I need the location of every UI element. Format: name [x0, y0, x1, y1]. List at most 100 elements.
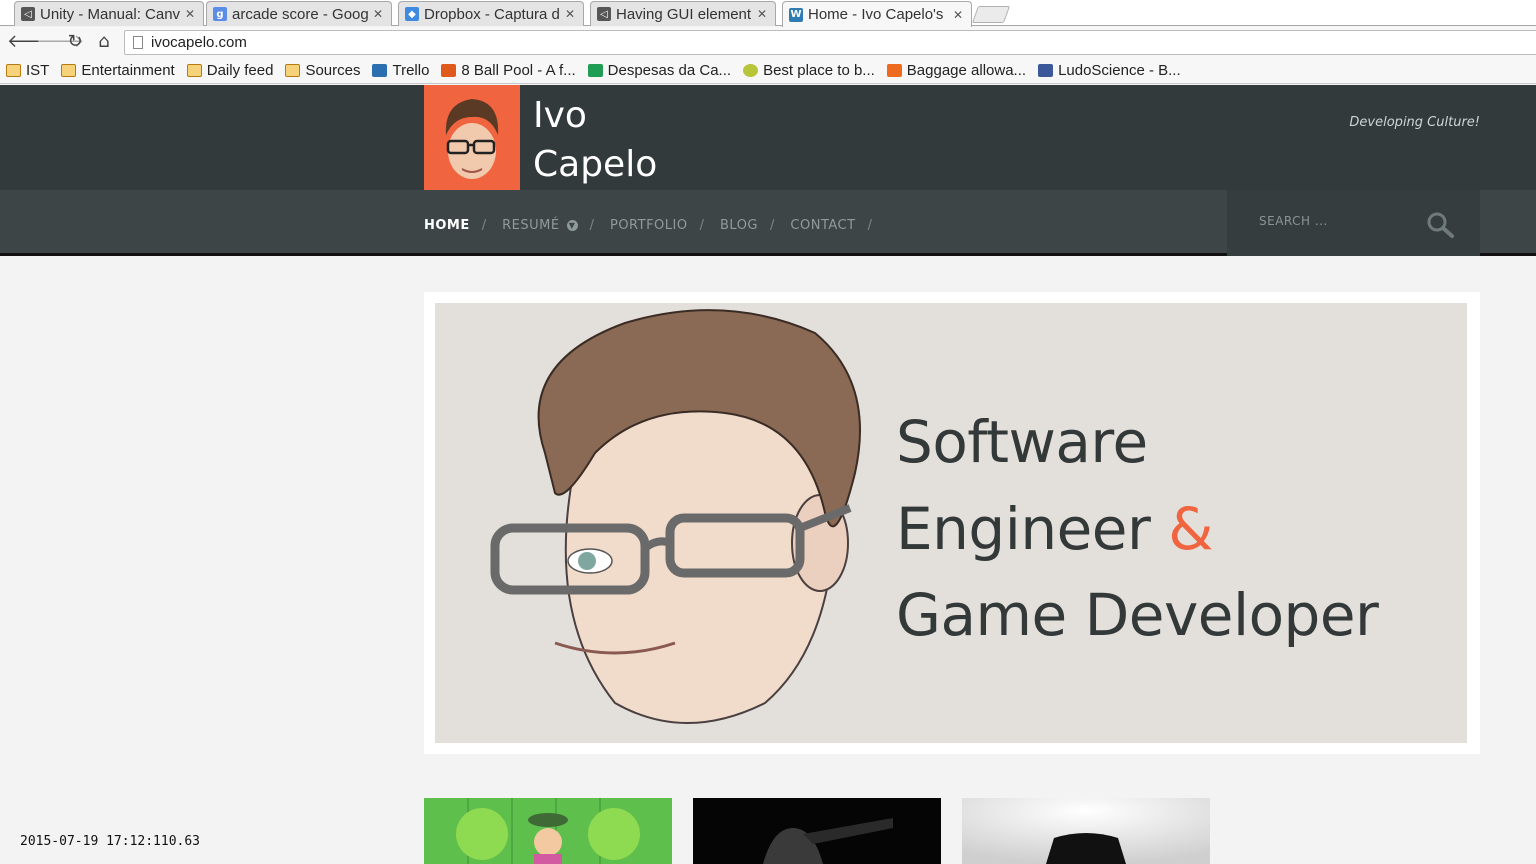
nav-separator: / [699, 218, 704, 233]
browser-tab[interactable]: ◁ Unity - Manual: Canv ✕ [14, 1, 204, 26]
folder-icon [6, 64, 21, 77]
browser-tab[interactable]: ◁ Having GUI element ✕ [590, 1, 776, 26]
portfolio-thumbnail[interactable] [693, 798, 941, 864]
nav-item-resume[interactable]: RESUMÉ ▼ [502, 218, 578, 233]
browser-toolbar: 🡐 🡒 ↻ ⌂ ivocapelo.com [0, 27, 1536, 58]
search-box [1227, 190, 1480, 256]
close-icon[interactable]: ✕ [373, 7, 385, 21]
nav-item-contact[interactable]: CONTACT [790, 218, 855, 233]
close-icon[interactable]: ✕ [185, 7, 197, 21]
bookmark-label: Trello [392, 62, 430, 79]
folder-icon [186, 64, 202, 77]
hero-image: Software Engineer & Game Developer [435, 303, 1467, 743]
bookmark-item[interactable]: Daily feed [186, 62, 274, 79]
dropbox-icon: ◆ [405, 7, 419, 21]
nav-label: BLOG [720, 218, 759, 233]
nav-separator: / [867, 218, 872, 233]
site-title-line: Capelo [533, 144, 658, 185]
nav-item-home[interactable]: HOME [424, 218, 470, 233]
page-icon [133, 36, 143, 49]
nav-separator: / [589, 218, 594, 233]
smiley-icon [743, 64, 759, 77]
nav-label: RESUMÉ [502, 218, 560, 233]
nav-label: CONTACT [790, 218, 856, 233]
bookmark-label: Baggage allowa... [906, 62, 1027, 79]
hero-title-word: Engineer [896, 495, 1151, 563]
bookmark-label: IST [26, 62, 50, 79]
sheets-icon [587, 64, 603, 77]
facebook-icon [1038, 64, 1054, 77]
bookmarks-bar: IST Entertainment Daily feed Sources Tre… [0, 58, 1536, 84]
game-thumbnail-image [693, 798, 941, 864]
new-tab-button[interactable] [971, 6, 1011, 23]
trello-icon [372, 64, 388, 77]
reload-icon[interactable]: ↻ [65, 32, 85, 52]
screenshot-timestamp: 2015-07-19 17:12:110.63 [20, 834, 201, 849]
nav-label: HOME [424, 218, 470, 233]
game-thumbnail-image [424, 798, 672, 864]
nav-separator: / [770, 218, 775, 233]
tab-title: Having GUI element [616, 5, 752, 23]
tab-title: Dropbox - Captura d [424, 5, 560, 23]
bookmark-item[interactable]: Baggage allowa... [886, 62, 1027, 79]
bookmark-label: Daily feed [206, 62, 274, 79]
forward-icon[interactable]: 🡒 [36, 32, 84, 52]
tab-title: arcade score - Googl [232, 5, 369, 23]
hero-title-line-2: Engineer & [896, 495, 1213, 563]
bookmark-item[interactable]: Trello [372, 62, 429, 79]
bookmark-label: Entertainment [81, 62, 175, 79]
bookmark-item[interactable]: IST [6, 62, 49, 79]
tab-title: Home - Ivo Capelo's [808, 6, 944, 23]
bookmark-label: Despesas da Ca... [607, 62, 732, 79]
browser-tab-strip: ◁ Unity - Manual: Canv ✕ g arcade score … [0, 0, 1536, 27]
tab-title: Unity - Manual: Canv [40, 5, 181, 23]
browser-tab[interactable]: ◆ Dropbox - Captura d ✕ [398, 1, 584, 26]
url-text[interactable]: ivocapelo.com [151, 34, 247, 51]
site-title[interactable]: Ivo Capelo [533, 91, 657, 189]
play-icon [441, 64, 457, 77]
chevron-down-icon: ▼ [566, 220, 578, 231]
portfolio-thumbnail[interactable] [962, 798, 1210, 864]
search-icon[interactable] [1425, 210, 1455, 240]
bookmark-item[interactable]: Despesas da Ca... [587, 62, 732, 79]
folder-icon [285, 64, 301, 77]
bookmark-label: 8 Ball Pool - A f... [461, 62, 576, 79]
hero-banner: Software Engineer & Game Developer [424, 292, 1480, 754]
e-icon [886, 64, 902, 77]
page-content: Software Engineer & Game Developer [0, 259, 1536, 864]
close-icon[interactable]: ✕ [953, 8, 965, 22]
address-bar[interactable]: ivocapelo.com [124, 30, 1536, 55]
main-navigation: HOME / RESUMÉ ▼ / PORTFOLIO / BLOG / CONT… [0, 190, 1536, 256]
nav-item-portfolio[interactable]: PORTFOLIO [610, 218, 688, 233]
search-input[interactable] [1259, 214, 1419, 228]
google-icon: g [213, 7, 227, 21]
bookmark-label: LudoScience - B... [1058, 62, 1181, 79]
bookmark-item[interactable]: Entertainment [61, 62, 175, 79]
browser-tab[interactable]: g arcade score - Googl ✕ [206, 1, 392, 26]
browser-tab-active[interactable]: W Home - Ivo Capelo's ✕ [782, 1, 972, 27]
hero-title-line-3: Game Developer [896, 581, 1379, 649]
close-icon[interactable]: ✕ [757, 7, 769, 21]
site-title-line: Ivo [533, 95, 587, 136]
nav-menu: HOME / RESUMÉ ▼ / PORTFOLIO / BLOG / CONT… [424, 218, 888, 233]
bookmark-item[interactable]: 8 Ball Pool - A f... [441, 62, 576, 79]
nav-separator: / [481, 218, 487, 233]
portfolio-thumbnail[interactable] [424, 798, 672, 864]
bookmark-item[interactable]: Best place to b... [743, 62, 875, 79]
nav-item-blog[interactable]: BLOG [720, 218, 758, 233]
back-icon[interactable]: 🡐 [7, 32, 55, 52]
close-icon[interactable]: ✕ [565, 7, 577, 21]
bookmark-label: Best place to b... [763, 62, 875, 79]
home-icon[interactable]: ⌂ [94, 32, 114, 52]
avatar-icon [445, 99, 499, 179]
bookmark-item[interactable]: Sources [285, 62, 360, 79]
nav-label: PORTFOLIO [609, 218, 688, 233]
bookmark-item[interactable]: LudoScience - B... [1038, 62, 1181, 79]
site-logo[interactable] [424, 85, 520, 190]
site-header: Ivo Capelo Developing Culture! [0, 85, 1536, 190]
hero-title-line-1: Software [896, 408, 1148, 476]
game-thumbnail-image [962, 798, 1210, 864]
wordpress-icon: W [789, 7, 803, 22]
caricature-illustration [490, 309, 861, 724]
folder-icon [61, 64, 77, 77]
